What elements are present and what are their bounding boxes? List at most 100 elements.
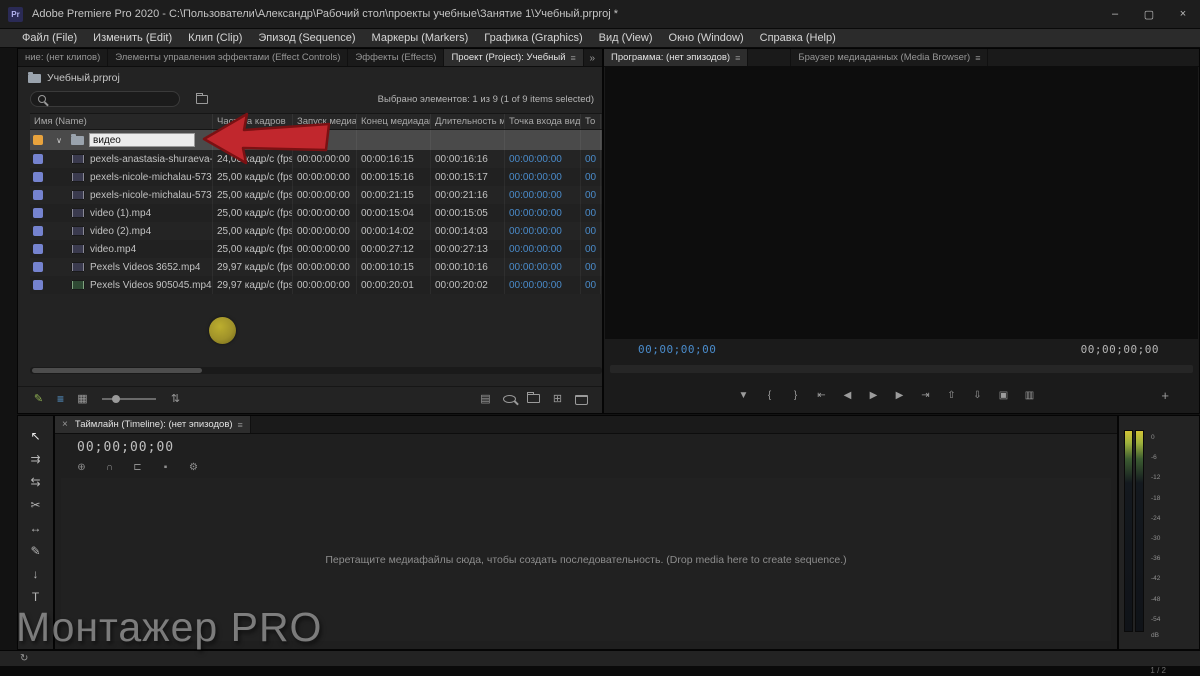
column-header[interactable]: Длительность ме (431, 114, 505, 129)
label-chip[interactable] (33, 135, 43, 145)
marker-icon[interactable]: ▪ (159, 460, 172, 475)
scrollbar-thumb[interactable] (32, 368, 202, 373)
menu-item[interactable]: Окно (Window) (661, 32, 752, 44)
panel-tab[interactable]: ние: (нет клипов) (18, 49, 109, 66)
panel-tab[interactable]: Программа: (нет эпизодов) ≡ (604, 49, 749, 66)
table-row[interactable]: pexels-anastasia-shuraeva- 24,00 кадр/с (… (30, 150, 602, 168)
timeline-display-settings-icon[interactable]: ⊕ (75, 460, 88, 475)
table-row[interactable]: Pexels Videos 3652.mp4 29,97 кадр/с (fps)… (30, 258, 602, 276)
menu-item[interactable]: Маркеры (Markers) (364, 32, 477, 44)
monitor-scrubber[interactable] (610, 365, 1193, 373)
menu-item[interactable]: Справка (Help) (752, 32, 844, 44)
panel-menu-icon[interactable]: ≡ (238, 420, 243, 430)
list-view-icon[interactable]: ≡ (54, 391, 67, 406)
close-button[interactable]: × (1166, 0, 1200, 28)
snap-icon[interactable]: ∩ (103, 460, 116, 475)
tab-overflow-icon[interactable]: » (584, 49, 600, 66)
horizontal-scrollbar[interactable] (30, 367, 602, 374)
timeline-toolbar: ⊕ ∩ ⊏ ▪ ⚙ (75, 460, 200, 475)
zoom-slider-icon[interactable] (102, 394, 156, 403)
column-header[interactable]: Запуск медиадан (293, 114, 357, 129)
panel-tab[interactable]: Проект (Project): Учебный ≡ (444, 49, 584, 66)
go-to-out-icon[interactable]: ⇥ (919, 388, 932, 403)
tab-timeline[interactable]: × Таймлайн (Timeline): (нет эпизодов) ≡ (55, 416, 251, 433)
label-chip[interactable] (33, 226, 43, 236)
project-root-item[interactable]: Учебный.prproj (28, 71, 120, 84)
type-tool[interactable]: T (18, 585, 53, 608)
settings-wrench-icon[interactable]: ⚙ (187, 460, 200, 475)
export-frame-icon[interactable]: ▣ (997, 388, 1010, 403)
lift-icon[interactable]: ⇧ (945, 388, 958, 403)
label-chip[interactable] (33, 190, 43, 200)
column-header[interactable]: Имя (Name) (30, 114, 213, 129)
search-input[interactable] (52, 93, 172, 105)
play-icon[interactable]: ▶ (867, 388, 880, 403)
table-row[interactable]: Pexels Videos 905045.mp4 29,97 кадр/с (fp… (30, 276, 602, 294)
table-row[interactable]: video (2).mp4 25,00 кадр/с (fps) 00:00:00:… (30, 222, 602, 240)
table-row[interactable]: pexels-nicole-michalau-573 25,00 кадр/с (… (30, 168, 602, 186)
column-header[interactable]: То (581, 114, 601, 129)
pen-tool[interactable]: ✎ (18, 539, 53, 562)
menu-item[interactable]: Эпизод (Sequence) (250, 32, 363, 44)
label-chip[interactable] (33, 172, 43, 182)
extract-icon[interactable]: ⇩ (971, 388, 984, 403)
hand-tool[interactable]: ↓ (18, 562, 53, 585)
writable-icon[interactable]: ✎ (32, 391, 45, 406)
label-chip[interactable] (33, 154, 43, 164)
bin-name-input[interactable] (89, 133, 195, 147)
button-editor-icon[interactable]: + (1161, 384, 1169, 406)
step-back-icon[interactable]: ◀ (841, 388, 854, 403)
menu-item[interactable]: Вид (View) (591, 32, 661, 44)
panel-menu-icon[interactable]: ≡ (975, 53, 980, 63)
label-chip[interactable] (33, 262, 43, 272)
razor-tool[interactable]: ✂ (18, 493, 53, 516)
clear-icon[interactable] (575, 394, 588, 405)
mark-out-icon[interactable]: } (789, 388, 802, 403)
table-row[interactable]: pexels-nicole-michalau-573 25,00 кадр/с (… (30, 186, 602, 204)
label-chip[interactable] (33, 208, 43, 218)
cell-duration (431, 130, 505, 150)
panel-tab[interactable]: Элементы управления эффектами (Effect Co… (108, 49, 349, 66)
close-panel-icon[interactable]: × (62, 419, 68, 430)
label-chip[interactable] (33, 244, 43, 254)
new-bin-icon[interactable] (527, 392, 540, 403)
find-icon[interactable] (503, 394, 516, 403)
mark-in-icon[interactable]: { (763, 388, 776, 403)
label-chip[interactable] (33, 280, 43, 290)
column-header[interactable]: Точка входа виде (505, 114, 581, 129)
icon-view-icon[interactable]: ▦ (76, 391, 89, 406)
automate-to-sequence-icon[interactable]: ▤ (479, 391, 492, 406)
duration-timecode: 00;00;00;00 (1080, 343, 1159, 356)
comparison-view-icon[interactable]: ▥ (1023, 388, 1036, 403)
sort-icon[interactable]: ⇅ (169, 391, 182, 406)
maximize-button[interactable]: ▢ (1132, 0, 1166, 28)
step-forward-icon[interactable]: ▶ (893, 388, 906, 403)
selection-tool[interactable]: ↖ (18, 424, 53, 447)
new-item-icon[interactable]: ⊞ (551, 391, 564, 406)
slip-tool[interactable]: ↔ (18, 516, 53, 539)
menu-item[interactable]: Графика (Graphics) (476, 32, 590, 44)
table-row[interactable]: video (1).mp4 25,00 кадр/с (fps) 00:00:00:… (30, 204, 602, 222)
panel-menu-icon[interactable]: ≡ (571, 53, 576, 63)
column-header[interactable]: Конец медиаданн (357, 114, 431, 129)
disclosure-icon[interactable]: ∨ (47, 136, 71, 145)
search-box[interactable] (30, 91, 180, 107)
timeline-drop-zone[interactable]: Перетащите медиафайлы сюда, чтобы создат… (61, 478, 1111, 641)
create-search-bin-button[interactable] (192, 92, 212, 106)
panel-tab[interactable]: Эффекты (Effects) (348, 49, 445, 66)
table-row[interactable]: video.mp4 25,00 кадр/с (fps) 00:00:00:00 00… (30, 240, 602, 258)
column-header[interactable]: Частота кадров (213, 114, 293, 129)
minimize-button[interactable]: – (1098, 0, 1132, 28)
ripple-edit-tool[interactable]: ⇆ (18, 470, 53, 493)
sync-settings-icon[interactable]: ↻ (20, 653, 28, 664)
menu-item[interactable]: Файл (File) (14, 32, 85, 44)
go-to-in-icon[interactable]: ⇤ (815, 388, 828, 403)
panel-menu-icon[interactable]: ≡ (735, 53, 740, 63)
track-select-forward-tool[interactable]: ⇉ (18, 447, 53, 470)
linked-selection-icon[interactable]: ⊏ (131, 460, 144, 475)
menu-item[interactable]: Клип (Clip) (180, 32, 250, 44)
menu-item[interactable]: Изменить (Edit) (85, 32, 180, 44)
panel-tab[interactable]: Браузер медиаданных (Media Browser) ≡ (790, 49, 989, 66)
add-marker-icon[interactable]: ▼ (737, 388, 750, 403)
bin-rename-row[interactable]: ∨ (30, 130, 602, 150)
